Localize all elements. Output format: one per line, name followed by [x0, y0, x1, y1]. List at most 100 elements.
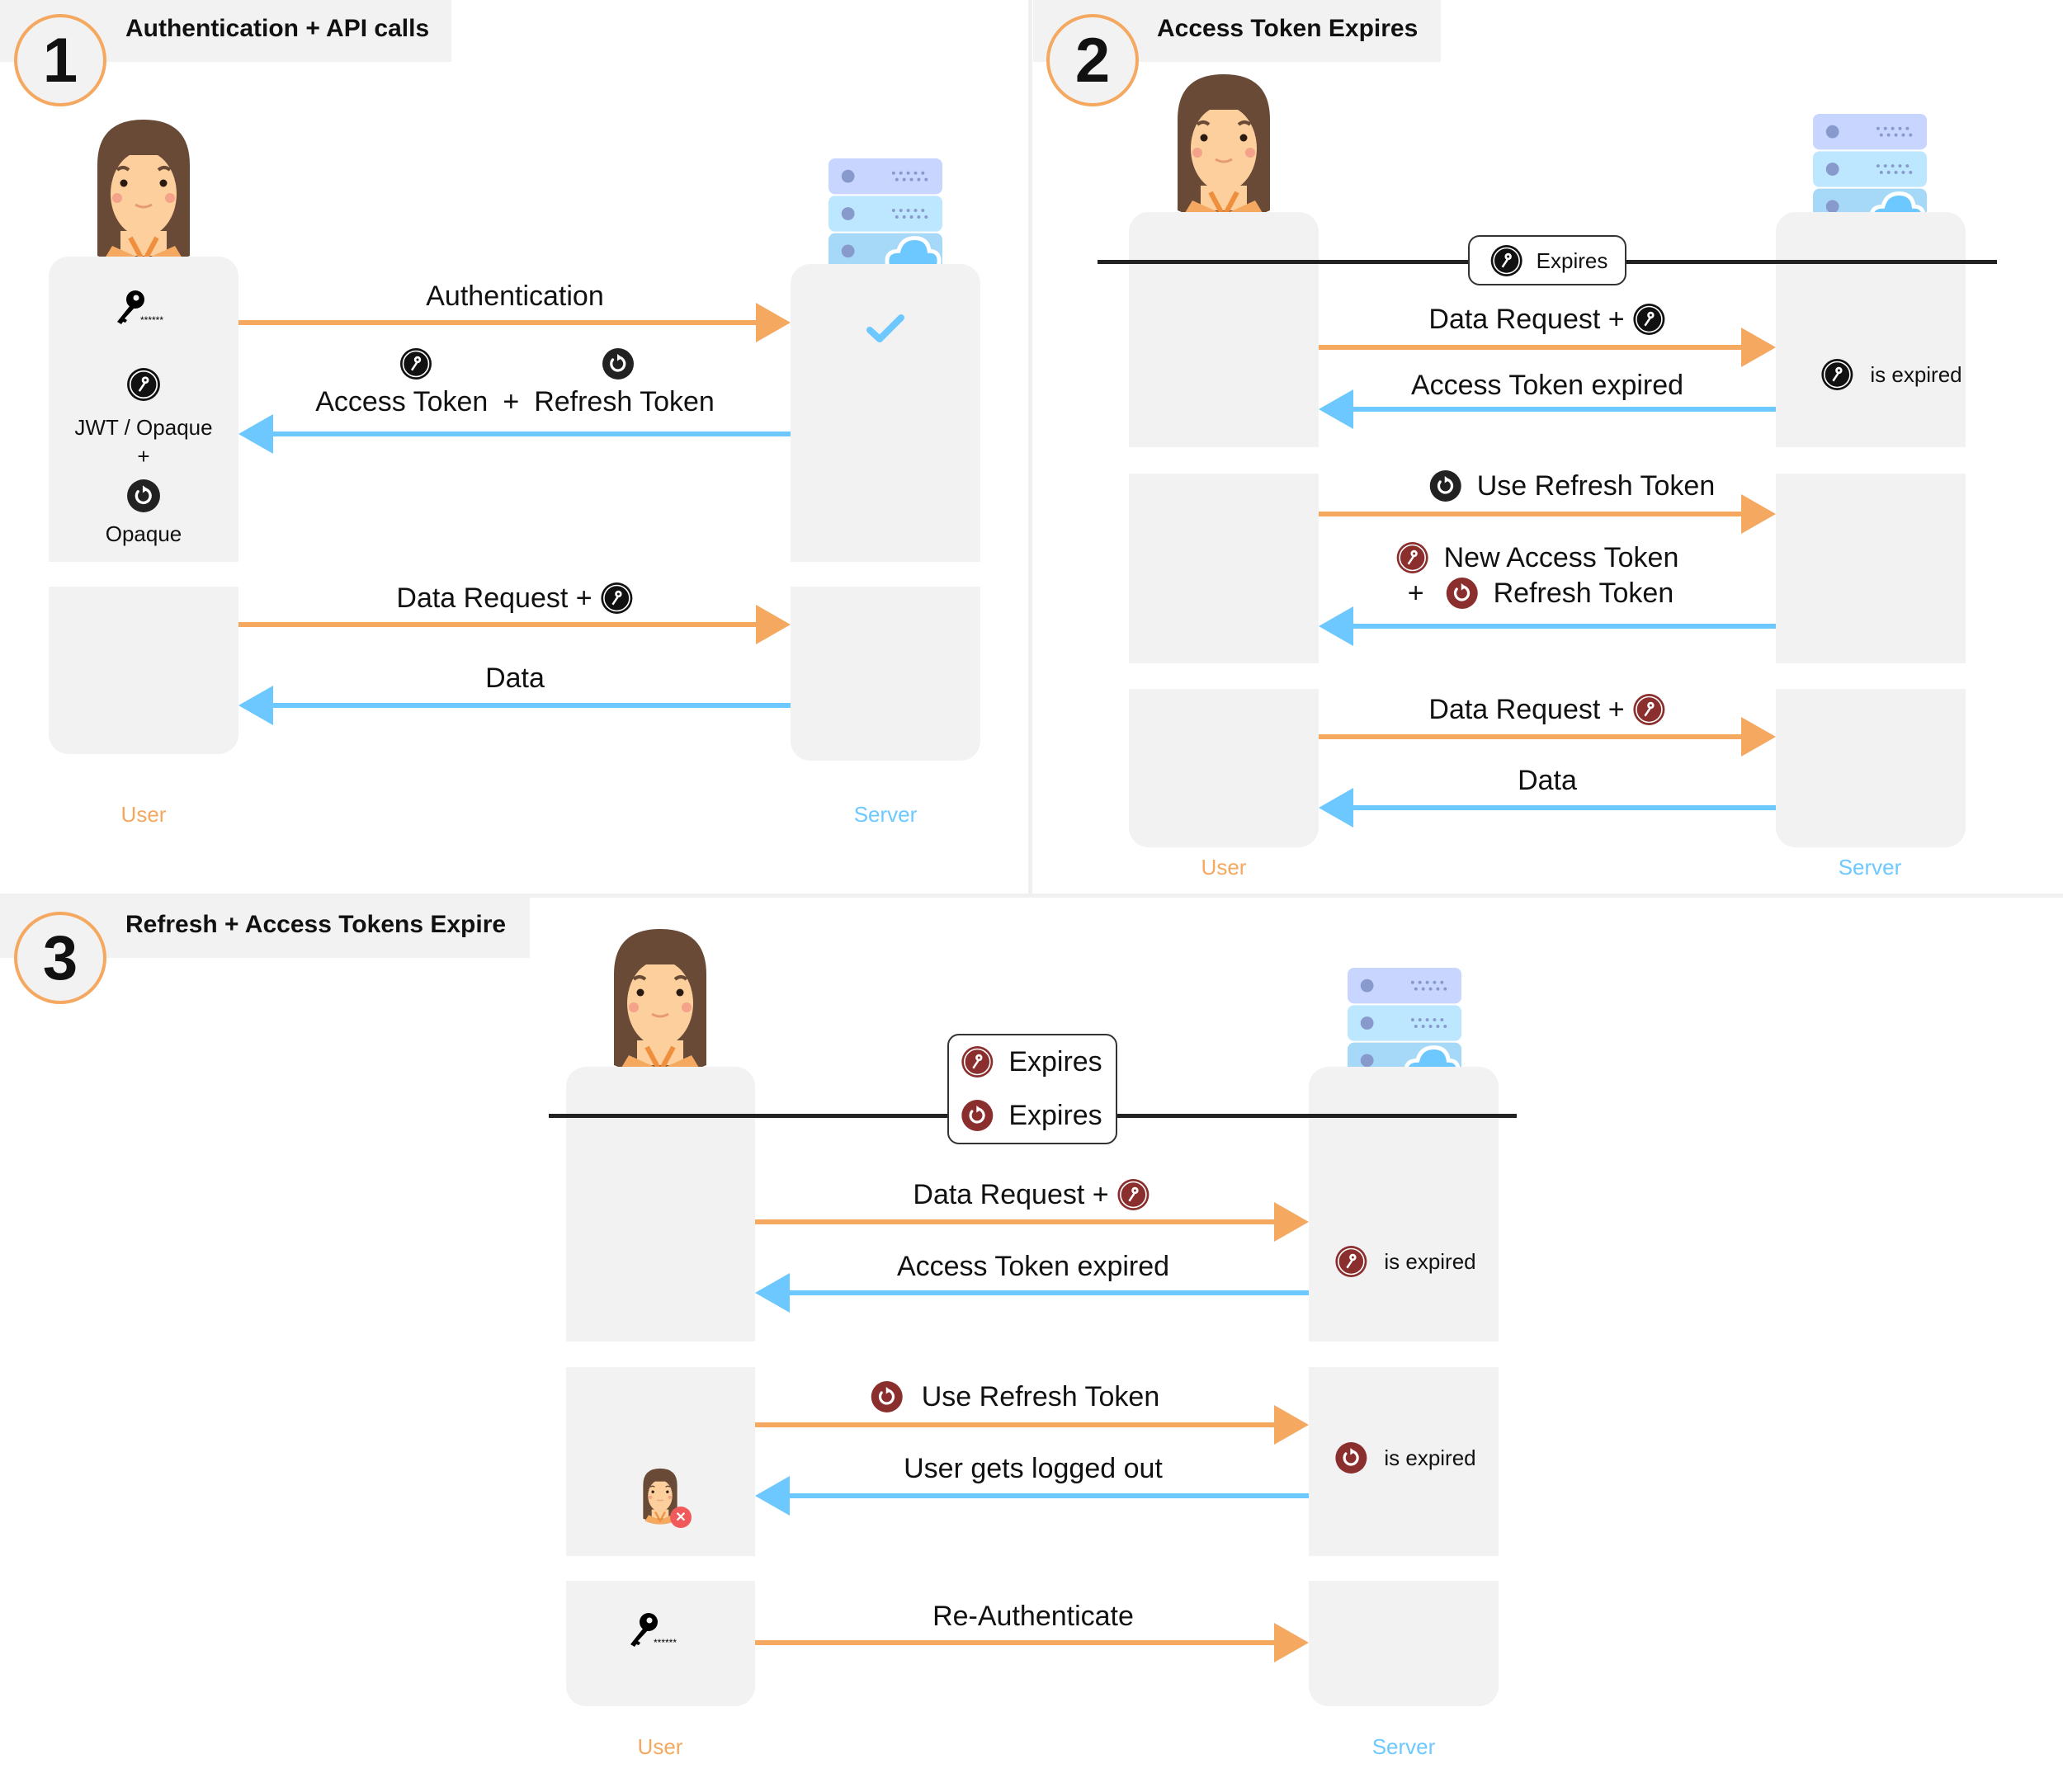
- step-number-2: 2: [1046, 14, 1139, 106]
- step-number-1: 1: [14, 14, 106, 106]
- arrow-shaft: [1319, 734, 1744, 739]
- arrow-head: [238, 686, 273, 725]
- step-number-3: 3: [14, 912, 106, 1004]
- refresh-token-icon: [602, 347, 635, 380]
- new-access-token-label: New Access Token: [1443, 541, 1679, 573]
- user-lifeline-3a: [566, 1067, 755, 1342]
- access-token-icon: [399, 347, 432, 380]
- arrow-shaft: [238, 320, 759, 325]
- arrow-shaft: [786, 1493, 1309, 1498]
- arrow-head: [1741, 328, 1776, 367]
- server-lifeline-1a: [791, 264, 980, 562]
- request-arrow: [1319, 494, 1776, 534]
- server-note-access-expired: is expired: [1820, 358, 1962, 391]
- arrow-shaft: [755, 1219, 1277, 1224]
- response-arrow: [1319, 389, 1776, 429]
- arrow-shaft: [1350, 805, 1776, 810]
- is-expired-label: is expired: [1384, 1445, 1476, 1470]
- arrow-head: [1741, 494, 1776, 534]
- message-new-access-token: New Access Token: [1396, 541, 1679, 574]
- user-role-label: User: [120, 802, 167, 827]
- request-arrow: [1319, 328, 1776, 367]
- arrow-shaft: [755, 1640, 1277, 1645]
- arrow-shaft: [786, 1290, 1309, 1295]
- user-lifeline-2b: [1129, 474, 1319, 663]
- expires-label: Expires: [1536, 248, 1608, 273]
- new-access-token-icon: [1396, 541, 1429, 574]
- server-lifeline-2c: [1776, 689, 1966, 847]
- refresh-token-icon: [1334, 1441, 1367, 1474]
- logged-out-x-icon: ✕: [670, 1507, 692, 1528]
- server-role-label: Server: [853, 802, 918, 827]
- user-lifeline-2c: [1129, 689, 1319, 847]
- expiry-event-access: Expires: [961, 1045, 1102, 1078]
- server-lifeline-3a: [1309, 1067, 1499, 1342]
- server-icon: [1348, 967, 1461, 1079]
- server-role-label: Server: [1371, 1734, 1436, 1759]
- response-arrow: [1319, 606, 1776, 646]
- arrow-shaft: [1319, 345, 1744, 350]
- request-arrow: [755, 1405, 1309, 1445]
- user-role-label: User: [1201, 855, 1247, 879]
- server-lifeline-1b: [791, 587, 980, 761]
- is-expired-label: is expired: [1870, 361, 1962, 387]
- password-key-icon: [624, 1611, 690, 1653]
- server-lifeline-3c: [1309, 1581, 1499, 1706]
- arrow-head: [1274, 1623, 1309, 1662]
- expiry-event: Expires: [1490, 244, 1608, 277]
- request-arrow: [238, 605, 791, 644]
- response-arrow: [238, 686, 791, 725]
- refresh-token-type: Opaque: [105, 521, 182, 546]
- arrow-shaft: [270, 431, 791, 436]
- server-lifeline-2b: [1776, 474, 1966, 663]
- server-lifeline-2a: [1776, 212, 1966, 447]
- request-arrow: [755, 1623, 1309, 1662]
- expires-label: Expires: [1008, 1099, 1102, 1131]
- is-expired-label: is expired: [1384, 1248, 1476, 1274]
- access-token-icon: [961, 1045, 994, 1078]
- logged-out-avatar: ✕: [639, 1467, 695, 1528]
- expires-label: Expires: [1008, 1045, 1102, 1078]
- server-role-label: Server: [1838, 855, 1902, 879]
- response-arrow: [1319, 788, 1776, 828]
- user-lifeline-2a: [1129, 212, 1319, 447]
- arrow-shaft: [1319, 512, 1744, 516]
- request-arrow: [755, 1202, 1309, 1242]
- expiry-event-box: Expires Expires: [947, 1034, 1117, 1144]
- response-arrow: [755, 1273, 1309, 1313]
- response-arrow: [755, 1476, 1309, 1516]
- arrow-shaft: [755, 1422, 1277, 1427]
- user-avatar: [86, 116, 201, 272]
- server-icon: [1813, 113, 1927, 225]
- refresh-token-icon: [126, 479, 161, 513]
- access-token-icon: [1490, 244, 1523, 277]
- arrow-head: [755, 1476, 790, 1516]
- checkmark-icon: [865, 312, 906, 345]
- user-avatar: [1166, 70, 1282, 227]
- arrow-shaft: [270, 703, 791, 708]
- arrow-head: [1274, 1202, 1309, 1242]
- user-lifeline-1b: [49, 587, 238, 754]
- refresh-token-icon: [961, 1099, 994, 1132]
- arrow-head: [1274, 1405, 1309, 1445]
- plus-sign: +: [137, 444, 150, 469]
- access-token-icon: [1334, 1245, 1367, 1278]
- panel-2-title: Access Token Expires: [1157, 15, 1419, 42]
- password-key-icon: [111, 289, 177, 330]
- response-arrow: [238, 414, 791, 454]
- expiry-event-refresh: Expires: [961, 1099, 1102, 1132]
- expiry-event-box: Expires: [1468, 235, 1626, 285]
- arrow-head: [755, 1273, 790, 1313]
- request-arrow: [1319, 717, 1776, 757]
- access-token-icon: [1820, 358, 1853, 391]
- access-token-type: JWT / Opaque: [74, 415, 213, 440]
- arrow-head: [756, 605, 791, 644]
- arrow-shaft: [1350, 407, 1776, 412]
- arrow-head: [1319, 788, 1353, 828]
- arrow-shaft: [1350, 624, 1776, 629]
- server-icon: [829, 158, 942, 270]
- panel-3-title: Refresh + Access Tokens Expire: [125, 911, 507, 938]
- user-avatar: [602, 925, 718, 1082]
- arrow-head: [756, 303, 791, 342]
- arrow-head: [1319, 606, 1353, 646]
